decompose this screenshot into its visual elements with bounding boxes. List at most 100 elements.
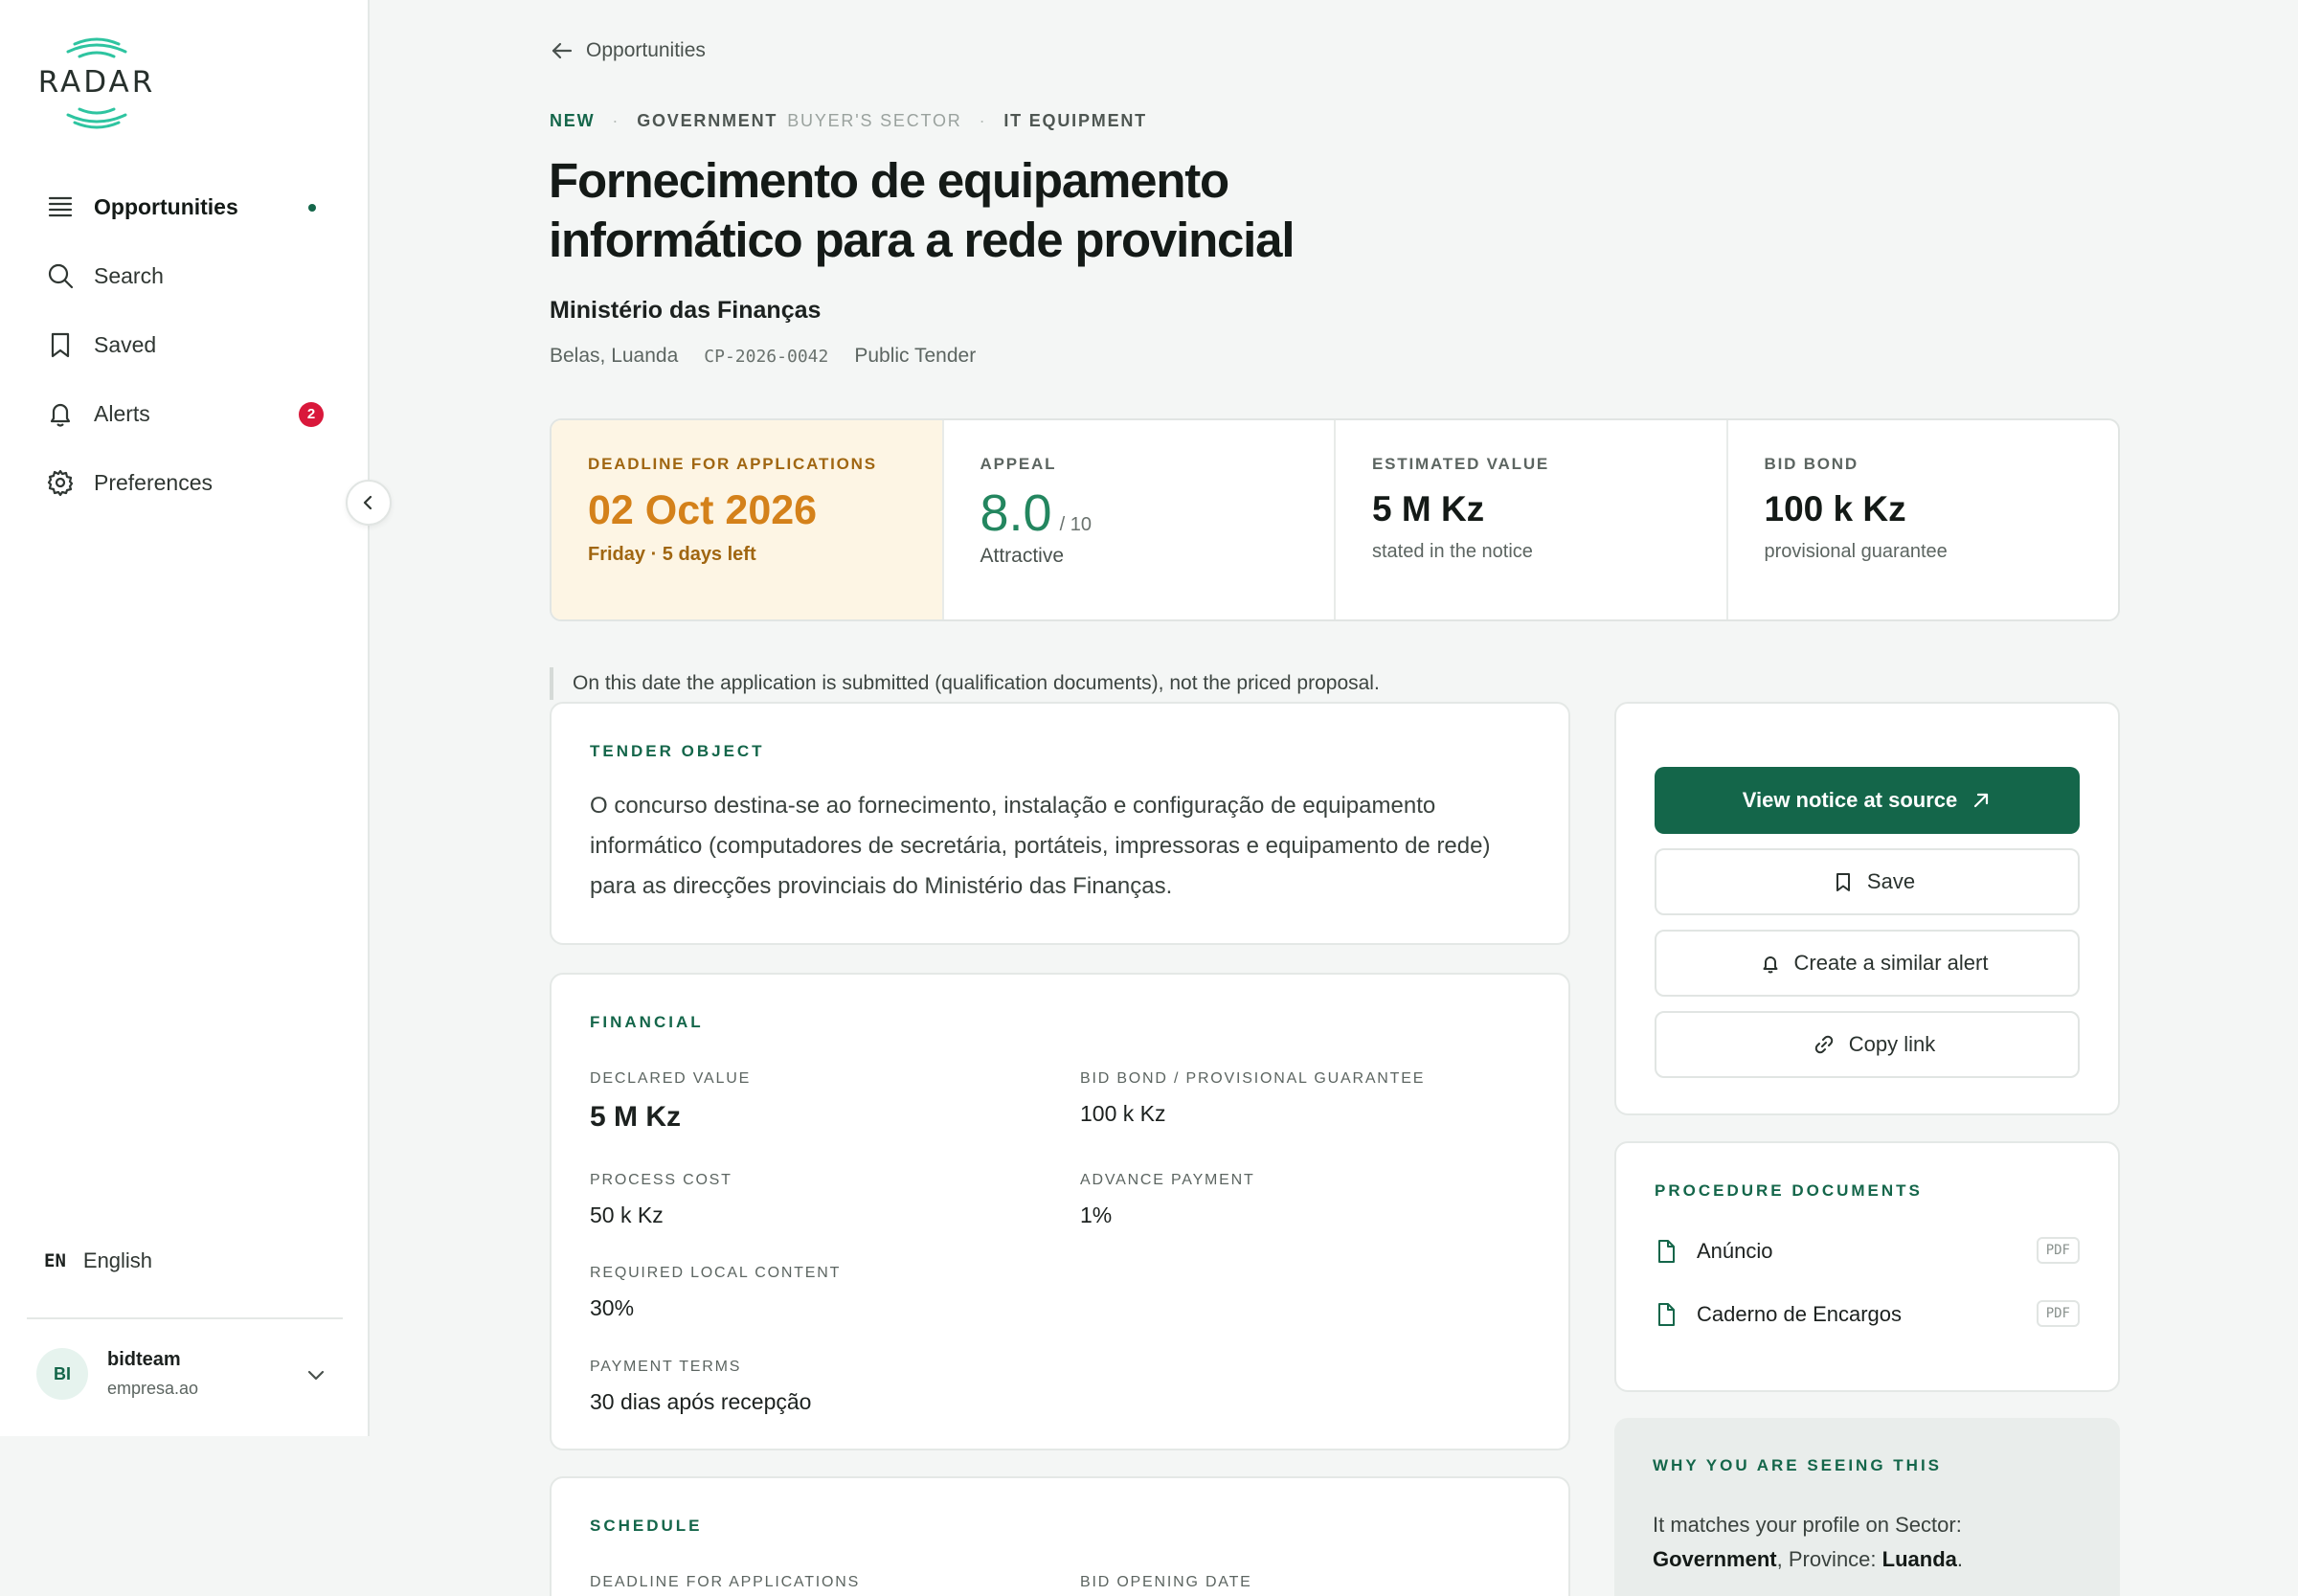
actions-card: View notice at source Save Create a simi… (1614, 702, 2120, 1115)
field-label: PAYMENT TERMS (590, 1359, 742, 1375)
why-suffix: . (1956, 1547, 1964, 1571)
kpi-value: 5 M Kz (1372, 489, 1485, 528)
tag-separator: · (612, 111, 620, 130)
sidebar-item-label: Search (94, 262, 164, 288)
financial-card: FINANCIAL DECLARED VALUE 5 M Kz BID BOND… (550, 973, 1570, 1450)
reference-code: CP-2026-0042 (704, 346, 829, 367)
field-value: 100 k Kz (1080, 1101, 1166, 1126)
back-link[interactable]: Opportunities (550, 38, 706, 63)
field-label: BID OPENING DATE (1080, 1574, 1252, 1590)
kpi-label: APPEAL (980, 455, 1057, 473)
alerts-count-badge: 2 (299, 402, 324, 427)
document-item[interactable]: Caderno de Encargos PDF (1655, 1283, 2080, 1346)
sidebar-item-label: Preferences (94, 469, 214, 495)
kpi-value: 100 k Kz (1764, 489, 1906, 528)
tag-separator: · (979, 111, 987, 130)
sidebar-divider (27, 1317, 343, 1319)
kpi-label: DEADLINE FOR APPLICATIONS (588, 455, 877, 473)
file-type-badge: PDF (2036, 1237, 2080, 1264)
language-name: English (82, 1248, 153, 1272)
section-heading: SCHEDULE (590, 1517, 703, 1535)
bell-icon (1763, 956, 1778, 974)
sidebar-item-alerts[interactable]: Alerts 2 (27, 379, 343, 448)
link-icon (1814, 1035, 1833, 1054)
kpi-deadline: DEADLINE FOR APPLICATIONS 02 Oct 2026 Fr… (552, 420, 942, 619)
user-menu[interactable]: BI bidteam empresa.ao (36, 1340, 341, 1407)
field-label: PROCESS COST (590, 1172, 732, 1188)
field-label: DECLARED VALUE (590, 1070, 752, 1087)
tender-object-card: TENDER OBJECT O concurso destina-se ao f… (550, 702, 1570, 945)
bookmark-icon (1836, 873, 1850, 891)
back-link-label: Opportunities (586, 39, 706, 61)
document-item[interactable]: Anúncio PDF (1655, 1220, 2080, 1283)
kpi-sub: Friday · 5 days left (588, 544, 756, 565)
why-province-prefix: , Province: (1776, 1547, 1877, 1571)
schedule-card: SCHEDULE DEADLINE FOR APPLICATIONS BID O… (550, 1476, 1570, 1596)
chevron-left-icon (363, 495, 372, 510)
page-title: Fornecimento de equipamento informático … (549, 153, 1295, 267)
view-source-button[interactable]: View notice at source (1655, 767, 2080, 834)
kpi-sub: provisional guarantee (1764, 541, 1948, 562)
kpi-value: 02 Oct 2026 (588, 487, 818, 533)
user-org: empresa.ao (107, 1379, 199, 1398)
create-alert-button[interactable]: Create a similar alert (1655, 930, 2080, 997)
bookmark-icon (51, 332, 70, 358)
list-icon (48, 196, 73, 217)
status-badge: NEW (550, 111, 596, 130)
sidebar-item-saved[interactable]: Saved (27, 310, 343, 379)
field-label: ADVANCE PAYMENT (1080, 1172, 1255, 1188)
sector-hint: BUYER'S SECTOR (787, 111, 962, 130)
appeal-score: 8.0 (980, 484, 1052, 542)
kpi-bid-bond: BID BOND 100 k Kz provisional guarantee (1725, 420, 2119, 619)
tender-object-text: O concurso destina-se ao fornecimento, i… (590, 793, 1491, 899)
collapse-sidebar-button[interactable] (346, 480, 392, 526)
field-label: BID BOND / PROVISIONAL GUARANTEE (1080, 1070, 1426, 1087)
field-value: 1% (1080, 1203, 1113, 1227)
sidebar: RADAR Opportunities Search Saved Alerts … (0, 0, 370, 1436)
sidebar-item-opportunities[interactable]: Opportunities (27, 172, 343, 241)
button-label: Copy link (1848, 1032, 1936, 1056)
sidebar-item-preferences[interactable]: Preferences (27, 448, 343, 517)
section-heading: TENDER OBJECT (590, 742, 765, 760)
kpi-appeal: APPEAL 8.0 / 10 Attractive (941, 420, 1335, 619)
field-value: 5 M Kz (590, 1101, 682, 1133)
document-name: Caderno de Encargos (1697, 1302, 1903, 1326)
deadline-note: On this date the application is submitte… (550, 667, 1380, 700)
button-label: Create a similar alert (1793, 951, 1989, 975)
save-button[interactable]: Save (1655, 848, 2080, 915)
location: Belas, Luanda (550, 345, 679, 367)
bid-bond: BID BOND / PROVISIONAL GUARANTEE 100 k K… (1080, 1070, 1425, 1127)
procedure-type: Public Tender (854, 345, 977, 367)
file-icon (1658, 1303, 1675, 1326)
tender-meta: Belas, Luanda CP-2026-0042 Public Tender (550, 345, 976, 368)
declared-value: DECLARED VALUE 5 M Kz (590, 1070, 751, 1134)
radar-logo[interactable]: RADAR (36, 33, 157, 132)
why-text: It matches your profile on Sector: Govern… (1653, 1508, 2082, 1577)
arrow-left-icon (552, 42, 573, 59)
sidebar-item-search[interactable]: Search (27, 241, 343, 310)
document-name: Anúncio (1697, 1239, 1773, 1263)
chevron-down-icon (307, 1370, 325, 1381)
active-indicator-dot (308, 204, 316, 212)
button-label: View notice at source (1742, 788, 1958, 812)
file-icon (1658, 1240, 1675, 1263)
field-label: REQUIRED LOCAL CONTENT (590, 1265, 842, 1281)
copy-link-button[interactable]: Copy link (1655, 1011, 2080, 1078)
field-label: DEADLINE FOR APPLICATIONS (590, 1574, 861, 1590)
local-content: REQUIRED LOCAL CONTENT 30% (590, 1265, 841, 1321)
gear-icon (47, 469, 74, 497)
button-label: Save (1866, 869, 1916, 893)
sidebar-nav: Opportunities Search Saved Alerts 2 Pref… (27, 172, 343, 517)
process-cost: PROCESS COST 50 k Kz (590, 1172, 732, 1228)
language-selector[interactable]: EN English (44, 1248, 152, 1273)
language-code: EN (44, 1250, 66, 1271)
schedule-deadline: DEADLINE FOR APPLICATIONS (590, 1574, 860, 1591)
kpi-label: BID BOND (1764, 455, 1859, 473)
why-province: Luanda (1881, 1547, 1957, 1571)
section-heading: WHY YOU ARE SEEING THIS (1653, 1456, 1943, 1474)
sidebar-item-label: Opportunities (94, 193, 238, 219)
advance-payment: ADVANCE PAYMENT 1% (1080, 1172, 1255, 1228)
section-heading: FINANCIAL (590, 1013, 704, 1031)
logo-text: RADAR (37, 65, 156, 100)
kpi-label: ESTIMATED VALUE (1372, 455, 1550, 473)
